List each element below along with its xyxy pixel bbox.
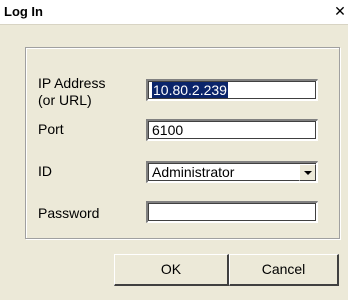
port-value: 6100 (152, 122, 184, 138)
id-value: Administrator (152, 164, 235, 180)
port-label: Port (38, 121, 64, 137)
ip-address-label-line1: IP Address (38, 75, 106, 91)
ip-address-label: IP Address (or URL) (38, 75, 105, 109)
ip-address-input[interactable]: 10.80.2.239 (146, 79, 318, 101)
cancel-button[interactable]: Cancel (229, 254, 339, 286)
title-bar: Log In ✕ (0, 0, 348, 25)
ok-button[interactable]: OK (114, 254, 229, 286)
login-dialog: Log In ✕ IP Address (or URL) 10.80.2.239… (0, 0, 348, 300)
id-select[interactable]: Administrator (146, 161, 318, 183)
port-input[interactable]: 6100 (146, 119, 318, 141)
password-label: Password (38, 205, 100, 221)
id-label: ID (38, 163, 52, 179)
ip-address-label-line2: (or URL) (38, 92, 92, 108)
ip-address-value: 10.80.2.239 (152, 82, 228, 98)
close-icon[interactable]: ✕ (334, 3, 346, 19)
dialog-title: Log In (4, 4, 43, 19)
chevron-down-icon[interactable] (299, 164, 316, 181)
password-input[interactable] (146, 201, 318, 223)
